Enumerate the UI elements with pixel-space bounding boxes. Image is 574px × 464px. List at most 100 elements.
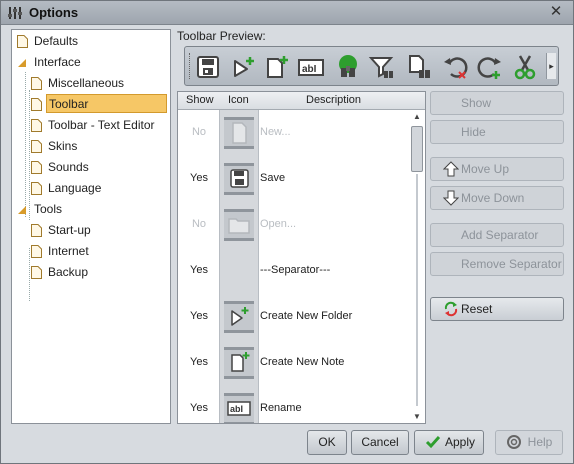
row-show-value: Yes: [190, 172, 208, 184]
row-description: New...: [260, 126, 291, 138]
row-description: Create New Note: [260, 356, 345, 368]
tree-item-label: Skins: [48, 139, 78, 153]
tree-item-language[interactable]: Language: [28, 179, 101, 198]
table-row[interactable]: Yes abI Rename: [178, 387, 410, 423]
new-folder-icon: [224, 301, 254, 333]
toolbar-overflow-icon[interactable]: ▸: [546, 53, 556, 79]
tree-item-internet[interactable]: Internet: [28, 242, 89, 261]
table-row[interactable]: No Open...: [178, 203, 410, 249]
tree-item-label: Sounds: [48, 160, 89, 174]
checkmark-icon: [425, 436, 441, 449]
collapse-triangle-icon[interactable]: [17, 58, 27, 68]
find-icon[interactable]: [335, 52, 365, 82]
new-note-icon[interactable]: [262, 52, 292, 82]
column-header-show[interactable]: Show: [186, 94, 214, 106]
redo-icon[interactable]: [474, 52, 504, 82]
arrow-down-icon: [443, 190, 459, 206]
ok-button[interactable]: OK: [307, 430, 347, 455]
tree-item-toolbar[interactable]: Toolbar: [46, 94, 167, 113]
column-header-icon[interactable]: Icon: [228, 94, 249, 106]
tree-item-label: Language: [48, 181, 102, 195]
vertical-scrollbar[interactable]: ▲ ▼: [409, 110, 425, 423]
help-button[interactable]: Help: [495, 430, 563, 455]
new-folder-icon[interactable]: [229, 52, 259, 82]
scroll-down-icon[interactable]: ▼: [413, 412, 421, 421]
tree-item-toolbar-doc: [28, 95, 48, 114]
document-icon: [31, 77, 42, 90]
grip-handle: [189, 53, 192, 79]
toolbar-commands-list: Show Icon Description No New... Yes Save…: [177, 91, 426, 424]
folder-icon: [224, 209, 254, 241]
move-down-button[interactable]: Move Down: [430, 186, 564, 210]
tree-item-sounds[interactable]: Sounds: [28, 158, 89, 177]
undo-icon[interactable]: [441, 52, 471, 82]
new-file-icon: [224, 117, 254, 149]
options-window: Options ✕ Defaults Interface Miscellaneo…: [0, 0, 574, 464]
row-show-value: No: [191, 218, 207, 230]
tree-item-interface[interactable]: Interface: [14, 53, 81, 72]
scrollbar-track[interactable]: [416, 174, 418, 406]
lifebuoy-icon: [507, 435, 521, 449]
document-icon: [31, 140, 42, 153]
close-icon[interactable]: ✕: [547, 3, 565, 21]
svg-text:abI: abI: [230, 404, 243, 414]
move-up-button[interactable]: Move Up: [430, 157, 564, 181]
new-note-icon: [224, 347, 254, 379]
tree-item-label: Toolbar - Text Editor: [48, 118, 155, 132]
tree-item-label: Start-up: [48, 223, 91, 237]
document-icon: [31, 245, 42, 258]
tree-item-skins[interactable]: Skins: [28, 137, 77, 156]
row-show-value: Yes: [190, 264, 208, 276]
filter-icon[interactable]: [367, 52, 397, 82]
row-description: Open...: [260, 218, 297, 230]
options-tree: Defaults Interface Miscellaneous Toolbar…: [11, 29, 171, 424]
list-header: Show Icon Description: [178, 92, 425, 110]
document-icon: [31, 266, 42, 279]
show-button[interactable]: Show: [430, 91, 564, 115]
tree-item-defaults[interactable]: Defaults: [14, 32, 78, 51]
tree-item-start-up[interactable]: Start-up: [28, 221, 91, 240]
scroll-up-icon[interactable]: ▲: [413, 112, 421, 121]
window-title: Options: [29, 5, 79, 20]
tree-item-tools[interactable]: Tools: [14, 200, 62, 219]
hide-button[interactable]: Hide: [430, 120, 564, 144]
document-icon: [31, 98, 42, 111]
remove-separator-button[interactable]: Remove Separator: [430, 252, 564, 276]
table-row[interactable]: Yes ---Separator---: [178, 249, 410, 295]
collapse-triangle-icon[interactable]: [17, 205, 27, 215]
table-row[interactable]: No New...: [178, 111, 410, 157]
table-row[interactable]: Yes Create New Note: [178, 341, 410, 387]
document-icon: [31, 224, 42, 237]
cut-icon[interactable]: [510, 52, 540, 82]
tree-item-label: Backup: [48, 265, 89, 279]
scrollbar-thumb[interactable]: [411, 126, 423, 172]
options-icon: [8, 7, 22, 19]
tree-item-label: Interface: [34, 55, 81, 69]
add-separator-button[interactable]: Add Separator: [430, 223, 564, 247]
reset-arrows-icon: [444, 301, 458, 317]
tree-item-label: Internet: [48, 244, 89, 258]
save-icon[interactable]: [193, 52, 223, 82]
apply-button[interactable]: Apply: [414, 430, 484, 455]
tree-item-backup[interactable]: Backup: [28, 263, 88, 282]
row-description: Create New Folder: [260, 310, 353, 322]
table-row[interactable]: Yes Create New Folder: [178, 295, 410, 341]
rename-icon: abI: [224, 393, 254, 423]
table-row[interactable]: Yes Save: [178, 157, 410, 203]
document-icon: [17, 35, 28, 48]
tree-item-miscellaneous[interactable]: Miscellaneous: [28, 74, 124, 93]
tree-item-toolbar-text-editor[interactable]: Toolbar - Text Editor: [28, 116, 155, 135]
column-header-description[interactable]: Description: [306, 94, 361, 106]
title-bar: Options ✕: [1, 1, 573, 25]
find-file-icon[interactable]: [405, 52, 435, 82]
tree-item-label: Toolbar: [49, 97, 89, 111]
document-icon: [31, 161, 42, 174]
row-show-value: No: [191, 126, 207, 138]
tree-item-label: Miscellaneous: [48, 76, 125, 90]
row-show-value: Yes: [190, 310, 208, 322]
rename-icon[interactable]: abI: [296, 52, 326, 82]
cancel-button[interactable]: Cancel: [351, 430, 409, 455]
reset-button[interactable]: Reset: [430, 297, 564, 321]
toolbar-preview: abI ▸: [184, 46, 559, 86]
row-description: Rename: [260, 402, 302, 414]
